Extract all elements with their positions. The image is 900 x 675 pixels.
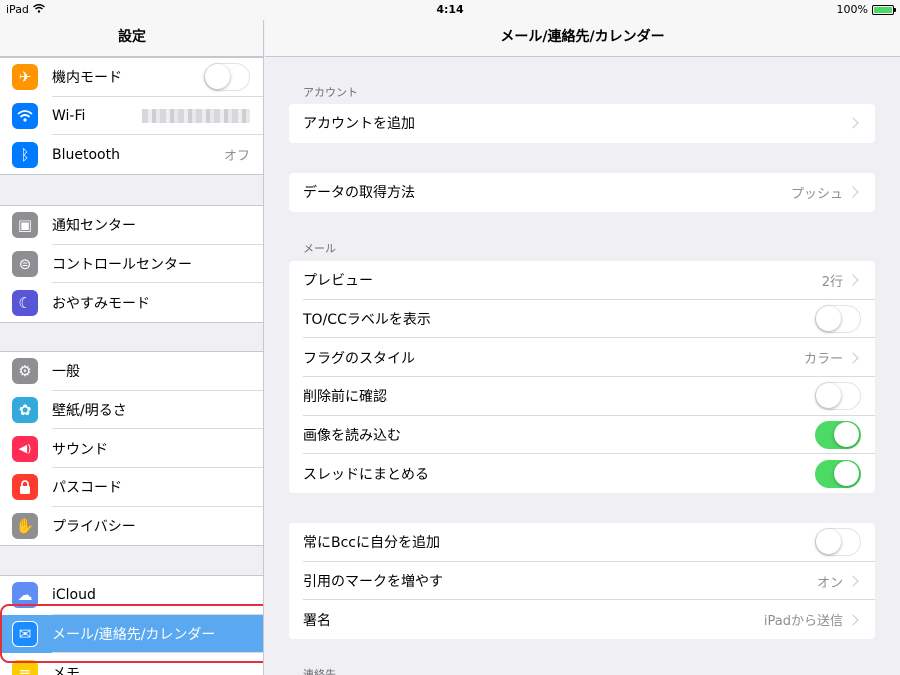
row-label: アカウントを追加: [303, 116, 415, 133]
chevron-right-icon: [847, 575, 859, 587]
sidebar-item-label: 一般: [52, 364, 80, 381]
detail-pane: メール/連絡先/カレンダー アカウント アカウントを追加 データの取得方法 プッ…: [265, 0, 900, 675]
fetch-group: データの取得方法 プッシュ: [289, 173, 875, 212]
organize-by-thread-toggle[interactable]: [815, 459, 861, 488]
section-header-mail: メール: [303, 242, 336, 255]
sidebar-group-notifications: ▣ 通知センター ⊜ コントロールセンター ☾ おやすみモード: [0, 205, 263, 324]
accounts-group: アカウントを追加: [289, 104, 875, 143]
moon-icon: ☾: [12, 289, 38, 316]
row-label: データの取得方法: [303, 185, 415, 202]
sidebar-item-label: Bluetooth: [52, 146, 120, 163]
page-title: メール/連絡先/カレンダー: [265, 20, 900, 57]
always-bcc-myself-row: 常にBccに自分を追加: [289, 523, 875, 562]
fetch-new-data-row[interactable]: データの取得方法 プッシュ: [289, 173, 875, 212]
row-label: プレビュー: [303, 273, 373, 290]
row-label: 画像を読み込む: [303, 428, 401, 445]
increase-quote-level-row[interactable]: 引用のマークを増やす オン: [289, 562, 875, 601]
sidebar-item-label: Wi-Fi: [52, 108, 86, 125]
sidebar-item-wallpaper[interactable]: ✿ 壁紙/明るさ: [0, 391, 263, 430]
lock-icon: [12, 474, 38, 501]
hand-icon: ✋: [12, 513, 38, 540]
row-value: iPadから送信: [763, 614, 843, 630]
selection-highlight-annotation: [0, 604, 263, 663]
bluetooth-icon: ᛒ: [12, 141, 38, 168]
sidebar-title: 設定: [0, 20, 263, 57]
sidebar-item-label: パスコード: [52, 480, 122, 497]
row-label: 常にBccに自分を追加: [303, 535, 440, 552]
chevron-right-icon: [847, 274, 859, 287]
airplane-mode-toggle[interactable]: [204, 63, 250, 92]
battery-icon: [872, 4, 896, 15]
ask-before-deleting-toggle[interactable]: [815, 382, 861, 411]
sidebar-item-privacy[interactable]: ✋ プライバシー: [0, 507, 263, 546]
sidebar-item-notification-center[interactable]: ▣ 通知センター: [0, 206, 263, 245]
chevron-right-icon: [847, 186, 859, 199]
load-remote-images-toggle[interactable]: [815, 421, 861, 450]
sidebar-group-general: ⚙ 一般 ✿ 壁紙/明るさ ◀) サウンド パスコード ✋ プライバシー: [0, 351, 263, 547]
sidebar-item-bluetooth[interactable]: ᛒ Bluetooth オフ: [0, 135, 263, 174]
always-bcc-myself-toggle[interactable]: [815, 528, 861, 557]
show-to-cc-toggle[interactable]: [815, 305, 861, 334]
notification-center-icon: ▣: [12, 212, 38, 239]
wifi-network-name-blurred: [142, 109, 250, 124]
wifi-icon: [12, 103, 38, 130]
sidebar-item-wifi[interactable]: Wi-Fi: [0, 97, 263, 136]
status-bar: iPad 4:14 100%: [0, 0, 900, 20]
load-remote-images-row: 画像を読み込む: [289, 416, 875, 455]
sidebar-item-airplane-mode[interactable]: ✈ 機内モード: [0, 58, 263, 97]
sidebar-item-do-not-disturb[interactable]: ☾ おやすみモード: [0, 283, 263, 322]
sidebar-item-label: サウンド: [52, 441, 108, 458]
status-right: 100%: [836, 3, 896, 16]
sidebar-item-sounds[interactable]: ◀) サウンド: [0, 429, 263, 468]
row-label: スレッドにまとめる: [303, 466, 429, 483]
sidebar-item-label: コントロールセンター: [52, 257, 192, 274]
flag-style-row[interactable]: フラグのスタイル カラー: [289, 338, 875, 377]
section-header-contacts: 連絡先: [303, 668, 336, 675]
sidebar-item-label: メモ: [52, 665, 80, 675]
control-center-icon: ⊜: [12, 251, 38, 278]
sidebar-group-connectivity: ✈ 機内モード Wi-Fi ᛒ Bluetooth オフ: [0, 57, 263, 176]
row-value: オン: [816, 575, 843, 591]
row-value: 2行: [821, 274, 843, 290]
sidebar-item-general[interactable]: ⚙ 一般: [0, 352, 263, 391]
sidebar-item-label: プライバシー: [52, 519, 136, 536]
sidebar-item-label: 通知センター: [52, 218, 136, 235]
gear-icon: ⚙: [12, 358, 38, 385]
compose-group: 常にBccに自分を追加 引用のマークを増やす オン 署名 iPadから送信: [289, 523, 875, 640]
sidebar-item-passcode[interactable]: パスコード: [0, 468, 263, 507]
ask-before-deleting-row: 削除前に確認: [289, 377, 875, 416]
show-to-cc-label-row: TO/CCラベルを表示: [289, 300, 875, 339]
status-time: 4:14: [436, 3, 464, 16]
sidebar-item-label: 機内モード: [52, 70, 122, 87]
add-account-row[interactable]: アカウントを追加: [289, 104, 875, 143]
sidebar-item-control-center[interactable]: ⊜ コントロールセンター: [0, 245, 263, 284]
chevron-right-icon: [847, 614, 859, 626]
settings-sidebar: 設定 ✈ 機内モード Wi-Fi ᛒ Bluetooth オフ ▣ 通知センター…: [0, 0, 264, 675]
wallpaper-icon: ✿: [12, 397, 38, 424]
row-label: 引用のマークを増やす: [303, 574, 443, 591]
airplane-icon: ✈: [12, 64, 38, 91]
chevron-right-icon: [847, 117, 859, 130]
mail-group: プレビュー 2行 TO/CCラベルを表示 フラグのスタイル カラー 削除前に確認…: [289, 261, 875, 494]
organize-by-thread-row: スレッドにまとめる: [289, 454, 875, 493]
sidebar-item-label: iCloud: [52, 587, 96, 604]
speaker-icon: ◀): [12, 435, 38, 462]
preview-row[interactable]: プレビュー 2行: [289, 261, 875, 300]
battery-percent: 100%: [836, 3, 868, 16]
section-header-accounts: アカウント: [303, 86, 358, 99]
row-label: TO/CCラベルを表示: [303, 312, 431, 329]
sidebar-item-label: おやすみモード: [52, 295, 150, 312]
row-value: カラー: [803, 352, 843, 368]
row-label: 削除前に確認: [303, 389, 387, 406]
chevron-right-icon: [847, 352, 859, 364]
sidebar-item-label: 壁紙/明るさ: [52, 403, 127, 420]
row-value: プッシュ: [790, 186, 843, 202]
bluetooth-status: オフ: [223, 149, 250, 165]
row-label: 署名: [303, 612, 331, 629]
row-label: フラグのスタイル: [303, 350, 415, 367]
signature-row[interactable]: 署名 iPadから送信: [289, 600, 875, 639]
